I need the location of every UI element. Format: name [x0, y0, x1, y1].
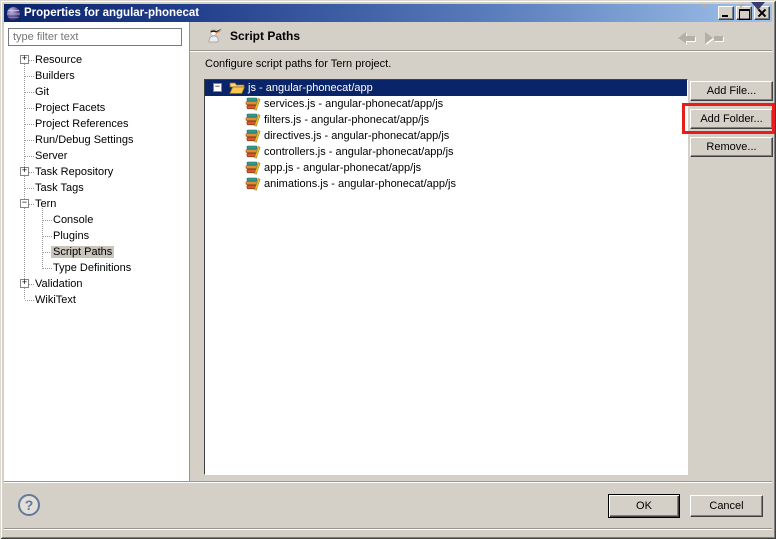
sidebar-item-resource[interactable]: + Resource — [4, 52, 189, 68]
page-title: Script Paths — [230, 29, 300, 43]
sidebar-item-script-paths[interactable]: Script Paths — [4, 244, 189, 260]
filter-input[interactable] — [8, 28, 182, 46]
titlebar[interactable]: Properties for angular-phonecat — [4, 4, 772, 22]
help-button[interactable]: ? — [18, 494, 40, 516]
sidebar-item-console[interactable]: Console — [4, 212, 189, 228]
window-bottom-edge — [4, 528, 772, 530]
panel-divider — [189, 22, 190, 481]
list-item-script[interactable]: controllers.js - angular-phonecat/app/js — [205, 144, 687, 160]
remove-button[interactable]: Remove... — [690, 137, 773, 157]
properties-dialog: Properties for angular-phonecat + Resour… — [0, 0, 776, 539]
collapse-icon[interactable]: − — [213, 83, 222, 92]
back-history-chevron-down-icon[interactable] — [701, 4, 707, 8]
header-separator — [190, 50, 772, 52]
sidebar-item-builders[interactable]: Builders — [4, 68, 189, 84]
sidebar-item-tern[interactable]: − Tern — [4, 196, 189, 212]
sidebar-item-server[interactable]: Server — [4, 148, 189, 164]
sidebar-item-validation[interactable]: + Validation — [4, 276, 189, 292]
cancel-button[interactable]: Cancel — [690, 495, 763, 517]
sidebar-item-project-facets[interactable]: Project Facets — [4, 100, 189, 116]
sidebar-item-run-debug-settings[interactable]: Run/Debug Settings — [4, 132, 189, 148]
properties-tree: + Resource Builders Git Project Facets P… — [4, 52, 189, 308]
eclipse-logo-icon — [7, 7, 20, 20]
script-paths-list[interactable]: − js - angular-phonecat/app services.js … — [204, 79, 688, 475]
minimize-button[interactable] — [718, 6, 734, 20]
view-menu-icon[interactable] — [751, 2, 765, 10]
collapse-icon[interactable]: − — [20, 199, 29, 208]
list-item-root-folder[interactable]: − js - angular-phonecat/app — [205, 80, 687, 96]
tern-bird-icon — [206, 27, 223, 49]
js-module-icon — [245, 177, 261, 194]
page-description: Configure script paths for Tern project. — [205, 58, 391, 70]
sidebar-item-task-tags[interactable]: Task Tags — [4, 180, 189, 196]
list-item-script[interactable]: directives.js - angular-phonecat/app/js — [205, 128, 687, 144]
expand-icon[interactable]: + — [20, 167, 29, 176]
expand-icon[interactable]: + — [20, 279, 29, 288]
sidebar-item-git[interactable]: Git — [4, 84, 189, 100]
sidebar-item-plugins[interactable]: Plugins — [4, 228, 189, 244]
window-title: Properties for angular-phonecat — [24, 7, 199, 19]
maximize-button[interactable] — [736, 6, 752, 20]
expand-icon[interactable]: + — [20, 55, 29, 64]
list-item-script[interactable]: filters.js - angular-phonecat/app/js — [205, 112, 687, 128]
properties-sidebar: + Resource Builders Git Project Facets P… — [4, 22, 189, 481]
list-item-script[interactable]: app.js - angular-phonecat/app/js — [205, 160, 687, 176]
sidebar-item-task-repository[interactable]: + Task Repository — [4, 164, 189, 180]
sidebar-item-project-references[interactable]: Project References — [4, 116, 189, 132]
sidebar-item-type-definitions[interactable]: Type Definitions — [4, 260, 189, 276]
ok-button[interactable]: OK — [608, 494, 680, 518]
footer-separator — [4, 481, 772, 483]
highlight-annotation — [682, 103, 775, 134]
forward-history-chevron-down-icon[interactable] — [738, 4, 744, 8]
sidebar-item-wikitext[interactable]: WikiText — [4, 292, 189, 308]
add-file-button[interactable]: Add File... — [690, 81, 773, 101]
list-item-script[interactable]: services.js - angular-phonecat/app/js — [205, 96, 687, 112]
list-item-script[interactable]: animations.js - angular-phonecat/app/js — [205, 176, 687, 192]
